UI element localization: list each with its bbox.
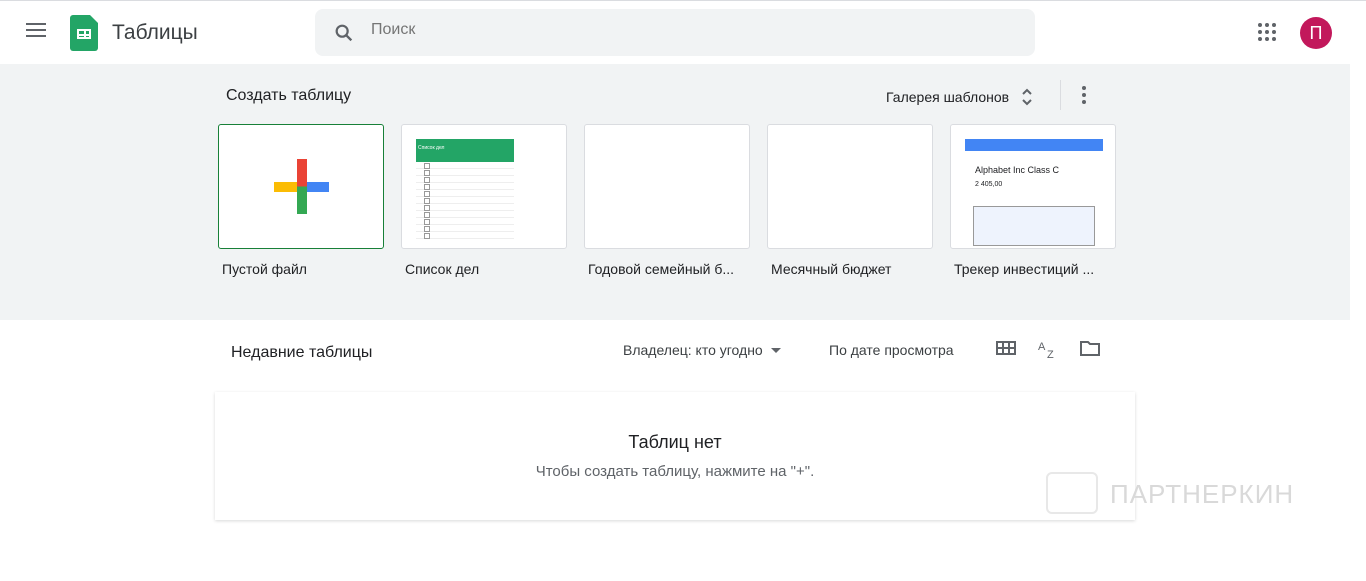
grid-view-icon[interactable] [995, 338, 1017, 358]
unfold-icon [1022, 88, 1032, 106]
template-label: Годовой семейный б... [588, 261, 735, 277]
empty-hint: Чтобы создать таблицу, нажмите на "+". [535, 463, 815, 480]
template-blank[interactable]: Пустой файл [218, 124, 384, 277]
apps-grid-icon[interactable] [1258, 23, 1278, 41]
caret-down-icon [770, 347, 781, 353]
template-investments[interactable]: Alphabet Inc Class C 2 405,00 Трекер инве… [950, 124, 1116, 277]
template-thumbnail[interactable]: Alphabet Inc Class C 2 405,00 [950, 124, 1116, 249]
template-label: Месячный бюджет [771, 261, 892, 277]
svg-text:Z: Z [1047, 349, 1054, 360]
empty-state: Таблиц нет Чтобы создать таблицу, нажмит… [215, 392, 1135, 520]
search-icon[interactable] [333, 22, 355, 44]
gallery-label: Галерея шаблонов [886, 89, 1010, 105]
owner-filter-label: Владелец: кто угодно [623, 342, 763, 358]
plus-icon[interactable] [218, 124, 384, 249]
main-menu-icon[interactable] [26, 23, 46, 41]
thumb-value: 2 405,00 [975, 181, 1003, 188]
app-title[interactable]: Таблицы [112, 21, 198, 45]
top-bar: Таблицы П [0, 0, 1366, 64]
sort-az-icon[interactable]: AZ [1037, 338, 1059, 360]
watermark: ПАРТНЕРКИН [1110, 479, 1295, 509]
template-thumbnail[interactable] [584, 124, 750, 249]
template-thumbnail[interactable]: Список дел [401, 124, 567, 249]
template-label: Пустой файл [222, 261, 307, 277]
thumb-title: Alphabet Inc Class C [975, 165, 1060, 175]
more-options-icon[interactable] [1082, 86, 1086, 107]
avatar[interactable]: П [1300, 17, 1332, 49]
empty-title: Таблиц нет [628, 432, 722, 452]
sheets-logo-icon[interactable] [70, 15, 98, 51]
template-gallery: Создать таблицу Галерея шаблонов Пустой … [0, 64, 1350, 320]
template-monthly-budget[interactable]: Месячный бюджет [767, 124, 933, 277]
search-input[interactable] [371, 21, 971, 39]
search-box[interactable] [315, 9, 1035, 56]
create-heading: Создать таблицу [226, 87, 352, 104]
template-label: Трекер инвестиций ... [954, 261, 1095, 277]
owner-filter[interactable]: Владелец: кто угодно [623, 342, 781, 358]
template-thumbnail[interactable] [767, 124, 933, 249]
watermark-logo-icon [1046, 472, 1098, 514]
svg-text:A: A [1038, 341, 1046, 353]
template-label: Список дел [405, 261, 480, 277]
recent-heading: Недавние таблицы [231, 344, 373, 361]
template-todo[interactable]: Список дел Список дел [401, 124, 567, 277]
sort-button[interactable]: По дате просмотра [829, 342, 954, 358]
template-gallery-button[interactable]: Галерея шаблонов [886, 87, 1033, 107]
thumb-title: Список дел [416, 139, 514, 162]
template-annual-budget[interactable]: Годовой семейный б... [584, 124, 750, 277]
folder-icon[interactable] [1079, 338, 1101, 358]
divider [1060, 80, 1061, 110]
